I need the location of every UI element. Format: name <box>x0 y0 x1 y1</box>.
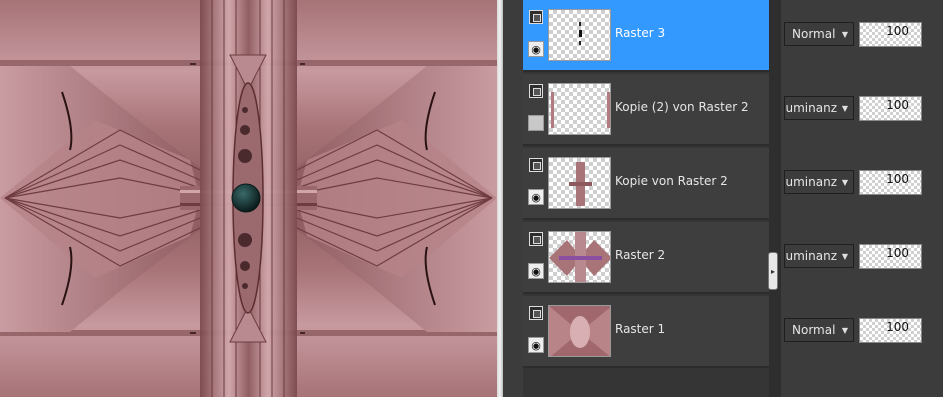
layers-list: ◉ Raster 3 Kopie (2) von Raster 2 ◉ Kopi… <box>503 0 943 397</box>
opacity-field[interactable]: 100 <box>859 244 922 269</box>
opacity-value: 100 <box>886 320 909 334</box>
layer-row-kopie-2-von-raster-2[interactable]: Kopie (2) von Raster 2 <box>523 74 769 146</box>
eye-icon[interactable]: ◉ <box>528 41 544 57</box>
visibility-off-icon[interactable] <box>528 115 544 131</box>
layer-name[interactable]: Kopie (2) von Raster 2 <box>615 100 749 114</box>
eye-icon[interactable]: ◉ <box>528 337 544 353</box>
layer-lock-icon[interactable] <box>529 306 543 320</box>
blend-mode-value: Normal <box>792 27 836 41</box>
panel-divider <box>769 0 781 397</box>
layer-thumbnail <box>548 83 611 135</box>
chevron-down-icon: ▼ <box>841 103 849 113</box>
layer-lock-icon[interactable] <box>529 232 543 246</box>
opacity-field[interactable]: 100 <box>859 318 922 343</box>
blend-mode-dropdown[interactable]: uminanz (\ ▼ <box>784 96 854 120</box>
layer-lock-icon[interactable] <box>529 158 543 172</box>
layer-name[interactable]: Raster 2 <box>615 248 665 262</box>
opacity-field[interactable]: 100 <box>859 170 922 195</box>
opacity-value: 100 <box>886 24 909 38</box>
layer-name[interactable]: Raster 1 <box>615 322 665 336</box>
opacity-value: 100 <box>886 172 909 186</box>
blend-mode-value: uminanz (\ <box>785 249 837 263</box>
blend-mode-value: Normal <box>792 323 836 337</box>
chevron-down-icon: ▼ <box>841 251 849 261</box>
layer-name[interactable]: Raster 3 <box>615 26 665 40</box>
eye-icon[interactable]: ◉ <box>528 189 544 205</box>
opacity-field[interactable]: 100 <box>859 96 922 121</box>
canvas-artwork <box>0 0 497 397</box>
panel-collapse-icon[interactable]: ▸ <box>768 252 778 290</box>
blend-mode-dropdown[interactable]: Normal ▼ <box>784 22 854 46</box>
opacity-value: 100 <box>886 246 909 260</box>
layer-lock-icon[interactable] <box>529 10 543 24</box>
chevron-down-icon: ▼ <box>841 325 849 335</box>
layer-row-kopie-von-raster-2[interactable]: ◉ Kopie von Raster 2 <box>523 148 769 220</box>
layer-row-raster-3[interactable]: ◉ Raster 3 <box>523 0 769 72</box>
chevron-down-icon: ▼ <box>841 177 849 187</box>
layer-row-raster-2[interactable]: ◉ Raster 2 <box>523 222 769 294</box>
blend-mode-dropdown[interactable]: uminanz (\ ▼ <box>784 170 854 194</box>
layer-thumbnail <box>548 9 611 61</box>
layer-name[interactable]: Kopie von Raster 2 <box>615 174 728 188</box>
blend-mode-value: uminanz (\ <box>785 175 837 189</box>
layer-lock-icon[interactable] <box>529 84 543 98</box>
layer-thumbnail <box>548 157 611 209</box>
opacity-value: 100 <box>886 98 909 112</box>
layer-row-raster-1[interactable]: ◉ Raster 1 <box>523 296 769 368</box>
blend-mode-dropdown[interactable]: Normal ▼ <box>784 318 854 342</box>
blend-mode-value: uminanz (\ <box>785 101 837 115</box>
layer-thumbnail <box>548 305 611 357</box>
opacity-field[interactable]: 100 <box>859 22 922 47</box>
eye-icon[interactable]: ◉ <box>528 263 544 279</box>
chevron-down-icon: ▼ <box>841 29 849 39</box>
blend-mode-dropdown[interactable]: uminanz (\ ▼ <box>784 244 854 268</box>
image-canvas[interactable] <box>0 0 497 397</box>
layer-thumbnail <box>548 231 611 283</box>
